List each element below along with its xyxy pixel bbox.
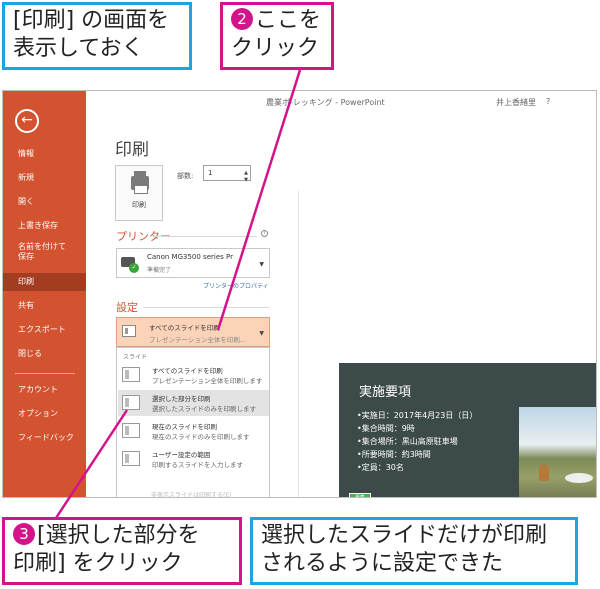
print-range-dropdown[interactable]: すべてのスライドを印刷 プレゼンテーション全体を印刷... ▼ <box>116 317 270 347</box>
menu-item-print-hidden: 非表示スライドは印刷する(E) <box>151 492 232 498</box>
slide-badge: 募集 <box>349 493 371 497</box>
sidebar-item-new[interactable]: 新規 <box>3 169 86 187</box>
menu-item-desc: 現在のスライドのみを印刷します <box>152 433 250 441</box>
all-slides-icon <box>122 367 140 382</box>
callout-result: 選択したスライドだけが印刷 されるように設定できた <box>250 517 578 585</box>
menu-item-title: ユーザー設定の範囲 <box>152 451 211 459</box>
sidebar-item-save-as[interactable]: 名前を付けて 保存 <box>3 241 86 265</box>
sidebar-item-save[interactable]: 上書き保存 <box>3 217 86 235</box>
sidebar-item-export[interactable]: エクスポート <box>3 321 86 339</box>
sidebar-item-info[interactable]: 情報 <box>3 145 86 163</box>
printer-select[interactable]: ✓ Canon MG3500 series Pr 準備完了 ▼ <box>116 248 270 278</box>
callout-click-here: 2 ここを クリック <box>220 2 334 70</box>
chevron-down-icon: ▼ <box>259 330 264 337</box>
printer-name: Canon MG3500 series Pr <box>147 253 233 261</box>
step-number-badge: 2 <box>231 8 253 30</box>
help-icon[interactable]: ? <box>546 97 550 106</box>
slide-bullet: •定員：30名 <box>357 463 404 472</box>
copies-label: 部数: <box>177 172 194 180</box>
copies-value: 1 <box>208 169 213 177</box>
menu-item-title: 現在のスライドを印刷 <box>152 423 217 431</box>
printer-properties-link[interactable]: プリンターのプロパティ <box>203 281 269 290</box>
print-range-menu: スライド すべてのスライドを印刷 プレゼンテーション全体を印刷します 選択した部… <box>116 347 270 498</box>
info-icon[interactable]: i <box>261 230 268 237</box>
pane-divider <box>298 191 299 497</box>
copies-stepper[interactable]: 1 ▲ ▼ <box>203 165 251 183</box>
printer-header-line <box>153 236 257 237</box>
settings-header: 設定 <box>116 301 138 314</box>
slide-bullet: •所要時間：約3時間 <box>357 450 431 459</box>
window-title: 農業ボ-レッキング - PowerPoint <box>266 98 385 107</box>
photo-plate <box>565 473 593 483</box>
sidebar-item-share[interactable]: 共有 <box>3 297 86 315</box>
current-slide-icon <box>122 423 140 438</box>
page-title: 印刷 <box>115 140 149 160</box>
sidebar-item-print[interactable]: 印刷 <box>3 273 86 291</box>
menu-item-title: すべてのスライドを印刷 <box>152 367 223 375</box>
menu-item-desc: 選択したスライドのみを印刷します <box>152 405 256 413</box>
selection-slides-icon <box>122 395 140 410</box>
menu-item-print-current[interactable]: 現在のスライドを印刷 現在のスライドのみを印刷します <box>118 418 269 444</box>
sidebar-item-close[interactable]: 閉じる <box>3 345 86 363</box>
ready-check-icon: ✓ <box>129 263 139 273</box>
slide-bullets: •実施日：2017年4月23日（日） •集合時間：9時 •集合場所：黒山高原駐車… <box>357 409 477 474</box>
settings-header-line <box>143 307 270 308</box>
chevron-down-icon: ▼ <box>259 261 264 268</box>
dropdown-subtitle: プレゼンテーション全体を印刷... <box>149 336 247 344</box>
back-arrow-icon[interactable]: ← <box>15 109 39 133</box>
slide-bullet: •実施日：2017年4月23日（日） <box>357 411 478 420</box>
step-number-badge: 3 <box>13 523 35 545</box>
print-button[interactable]: 印刷 <box>115 165 163 221</box>
menu-item-desc: プレゼンテーション全体を印刷します <box>152 377 263 385</box>
sidebar-item-feedback[interactable]: フィードバック <box>3 429 86 447</box>
custom-range-icon <box>122 451 140 466</box>
print-button-label: 印刷 <box>132 201 146 209</box>
user-name[interactable]: 井上香緒里 <box>496 97 536 108</box>
slides-icon <box>122 325 136 337</box>
slide-title: 実施要項 <box>359 385 412 400</box>
slide-bullet: •集合時間：9時 <box>357 424 415 433</box>
title-bar: 農業ボ-レッキング - PowerPoint 井上香緒里 ? <box>86 91 596 111</box>
printer-icon <box>131 171 149 194</box>
backstage-sidebar: ← 情報 新規 開く 上書き保存 名前を付けて 保存 印刷 共有 エクスポート … <box>3 91 86 497</box>
dropdown-title: すべてのスライドを印刷 <box>149 324 220 332</box>
photo-bottle <box>539 465 549 481</box>
powerpoint-window: ← 情報 新規 開く 上書き保存 名前を付けて 保存 印刷 共有 エクスポート … <box>2 90 597 498</box>
sidebar-item-open[interactable]: 開く <box>3 193 86 211</box>
spin-down-icon[interactable]: ▼ <box>244 173 248 187</box>
sidebar-divider <box>15 373 75 374</box>
printer-status: 準備完了 <box>147 267 172 274</box>
callout-text: [選択した部分を 印刷] をクリック <box>13 523 200 576</box>
menu-item-desc: 印刷するスライドを入力します <box>152 461 243 469</box>
sidebar-item-account[interactable]: アカウント <box>3 381 86 399</box>
menu-item-title: 選択した部分を印刷 <box>152 395 211 403</box>
sidebar-item-options[interactable]: オプション <box>3 405 86 423</box>
slide-preview: 実施要項 •実施日：2017年4月23日（日） •集合時間：9時 •集合場所：黒… <box>339 363 596 497</box>
callout-show-print: [印刷] の画面を 表示しておく <box>2 2 192 70</box>
slide-photo <box>519 407 596 497</box>
callout-select-print-selection: 3 [選択した部分を 印刷] をクリック <box>2 517 242 585</box>
menu-section-label: スライド <box>123 354 148 361</box>
menu-item-print-all[interactable]: すべてのスライドを印刷 プレゼンテーション全体を印刷します <box>118 362 269 388</box>
menu-item-custom-range[interactable]: ユーザー設定の範囲 印刷するスライドを入力します <box>118 446 269 472</box>
menu-item-print-selection[interactable]: 選択した部分を印刷 選択したスライドのみを印刷します <box>118 390 269 416</box>
slide-bullet: •集合場所：黒山高原駐車場 <box>357 437 458 446</box>
